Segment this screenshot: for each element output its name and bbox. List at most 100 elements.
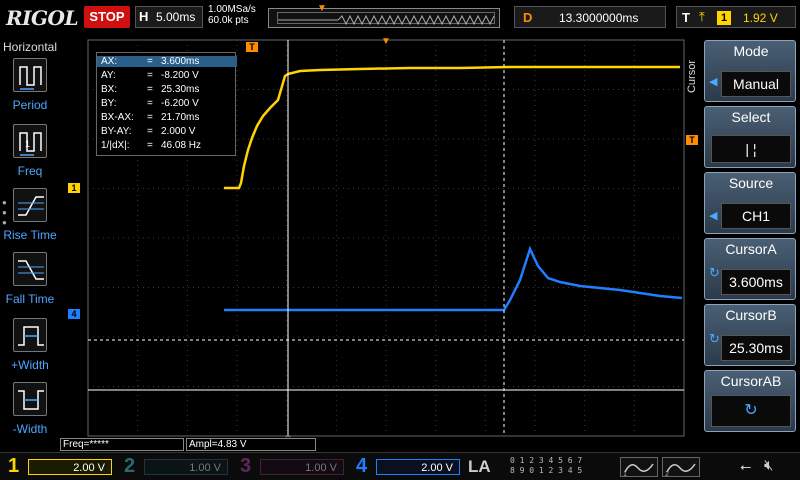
- ch3-number: 3: [240, 455, 252, 477]
- measure-fall-time-button[interactable]: Fall Time: [0, 252, 60, 316]
- ampl-measurement: Ampl=4.83 V: [186, 438, 316, 451]
- cursor-readout-equals: =: [147, 70, 153, 81]
- cursor-readout-equals: =: [147, 126, 153, 137]
- ch1-offset-marker[interactable]: 1: [68, 183, 80, 193]
- cursor-readout-value: 3.600ms: [161, 56, 200, 67]
- rise-time-icon: [13, 188, 47, 222]
- cursor-readout-row: BX-AX: = 21.70ms: [97, 112, 237, 123]
- delay-letter: D: [523, 10, 533, 25]
- sample-rate: 1.00MSa/s: [208, 4, 256, 15]
- measure-freq-button[interactable]: 1 Freq: [0, 124, 60, 188]
- measure-rise-time-button[interactable]: Rise Time: [0, 188, 60, 252]
- ch4-tab[interactable]: 4 2.00 V: [352, 455, 464, 479]
- cursor-readout-equals: =: [147, 112, 153, 123]
- menu-side-label: Cursor: [686, 60, 698, 94]
- cursor-trigger-t-marker[interactable]: T: [246, 42, 258, 52]
- ch3-tab[interactable]: 3 1.00 V: [236, 455, 348, 479]
- trigger-level: 1.92 V: [743, 11, 778, 25]
- source-value: CH1: [721, 203, 791, 229]
- cursor-readout-equals: =: [147, 140, 153, 151]
- cursor-readout-value: 25.30ms: [161, 84, 200, 95]
- ch1-trace: [224, 65, 680, 190]
- ch1-tab[interactable]: 1 2.00 V: [4, 455, 116, 479]
- cursor-select-button[interactable]: Select | ¦: [704, 106, 796, 168]
- cursor-a-button[interactable]: CursorA ↻ 3.600ms: [704, 238, 796, 300]
- usb-icon: ⭠: [740, 458, 752, 474]
- delay-box[interactable]: D 13.3000000ms: [514, 6, 666, 28]
- ch4-offset-marker[interactable]: 4: [68, 309, 80, 319]
- memory-depth: 60.0k pts: [208, 15, 249, 26]
- measure-neg-width-button[interactable]: -Width: [0, 382, 60, 446]
- pos-width-icon: [13, 318, 47, 352]
- cursor-b-title: CursorB: [725, 307, 777, 323]
- cursor-ab-title: CursorAB: [720, 373, 782, 389]
- cursor-source-button[interactable]: Source ◀ CH1: [704, 172, 796, 234]
- la-digits-top: 0 1 2 3 4 5 6 7: [510, 456, 583, 465]
- top-status-bar: RIGOL STOP H 5.00ms 1.00MSa/s 60.0k pts …: [0, 0, 800, 38]
- memory-waveform-preview: [278, 14, 495, 26]
- run-stop-indicator[interactable]: STOP: [84, 6, 130, 28]
- cursor-mode-button[interactable]: Mode ◀ Manual: [704, 40, 796, 102]
- la-digits-bottom: 8 9 0 1 2 3 4 5: [510, 466, 583, 475]
- neg-width-icon: [13, 382, 47, 416]
- select-value: | ¦: [711, 135, 791, 163]
- cursor-readout-row: BY: = -6.200 V: [97, 98, 237, 109]
- cursor-readout-value: 2.000 V: [161, 126, 196, 137]
- la-channel-digits: 0 1 2 3 4 5 6 7 8 9 0 1 2 3 4 5: [510, 456, 582, 476]
- trigger-box[interactable]: T ⤒ 1 1.92 V: [676, 6, 796, 28]
- measure-fall-time-label: Fall Time: [5, 292, 55, 306]
- cursor-readout-equals: =: [147, 56, 153, 67]
- measure-pos-width-button[interactable]: +Width: [0, 318, 60, 382]
- logic-analyzer-label[interactable]: LA: [468, 457, 491, 477]
- measure-period-button[interactable]: Period: [0, 58, 60, 122]
- trigger-letter: T: [682, 10, 690, 25]
- cursor-readout-row: AX: = 3.600ms: [97, 56, 237, 67]
- timebase-value: 5.00ms: [156, 10, 196, 24]
- source2-wave-icon[interactable]: 2: [662, 457, 700, 478]
- select-title: Select: [731, 109, 771, 125]
- speaker-mute-icon[interactable]: 🔇︎: [764, 457, 773, 474]
- cursor-ab-button[interactable]: CursorAB ↻: [704, 370, 796, 432]
- measure-panel: Horizontal Period 1 Freq ● ● ● Rise Time F…: [0, 38, 60, 438]
- period-icon: [13, 58, 47, 92]
- source1-wave-icon[interactable]: 1: [620, 457, 658, 478]
- cursor-readout-equals: =: [147, 84, 153, 95]
- memory-window: [277, 12, 495, 26]
- measure-pos-width-label: +Width: [11, 358, 49, 372]
- measure-neg-width-label: -Width: [12, 422, 48, 436]
- ch3-scale: 1.00 V: [260, 459, 344, 475]
- ch4-trace: [224, 245, 683, 312]
- knob-rotate-icon: ↻: [709, 265, 720, 280]
- ch2-tab[interactable]: 2 1.00 V: [120, 455, 232, 479]
- measure-rise-time-label: Rise Time: [3, 228, 57, 242]
- cursor-b-button[interactable]: CursorB ↻ 25.30ms: [704, 304, 796, 366]
- cursor-readout-equals: =: [147, 98, 153, 109]
- cursor-readout-key: 1/|dX|:: [101, 140, 130, 151]
- measure-freq-label: Freq: [17, 164, 43, 178]
- timebase-box[interactable]: H 5.00ms: [135, 6, 203, 28]
- measure-category-title[interactable]: Horizontal: [0, 40, 60, 54]
- trigger-position-marker-icon[interactable]: ▼: [380, 37, 392, 47]
- trigger-source-badge: 1: [717, 11, 731, 25]
- cursor-a-value: 3.600ms: [721, 269, 791, 295]
- freq-measurement: Freq=*****: [60, 438, 184, 451]
- acquisition-info: 1.00MSa/s 60.0k pts: [208, 4, 256, 26]
- cursor-readout-key: BY-AY:: [101, 126, 132, 137]
- cursor-readout-row: 1/|dX|: = 46.08 Hz: [97, 140, 237, 151]
- timebase-letter: H: [139, 9, 149, 24]
- cursor-readout-row: AY: = -8.200 V: [97, 70, 237, 81]
- cursor-readout-row: BY-AY: = 2.000 V: [97, 126, 237, 137]
- source-title: Source: [728, 175, 774, 191]
- ch4-number: 4: [356, 455, 368, 477]
- cursor-a-title: CursorA: [725, 241, 777, 257]
- ch1-scale: 2.00 V: [28, 459, 112, 475]
- measure-period-label: Period: [12, 98, 48, 112]
- cursor-readout-value: 46.08 Hz: [161, 140, 202, 151]
- cursor-readout-value: 21.70ms: [161, 112, 200, 123]
- cursor-readout-key: BX:: [101, 84, 118, 95]
- cursor-readout-key: AX:: [101, 56, 118, 67]
- ch4-scale: 2.00 V: [376, 459, 460, 475]
- svg-text:1: 1: [623, 471, 627, 478]
- mode-arrow-icon: ◀: [709, 76, 718, 88]
- trigger-level-marker[interactable]: T: [686, 135, 698, 145]
